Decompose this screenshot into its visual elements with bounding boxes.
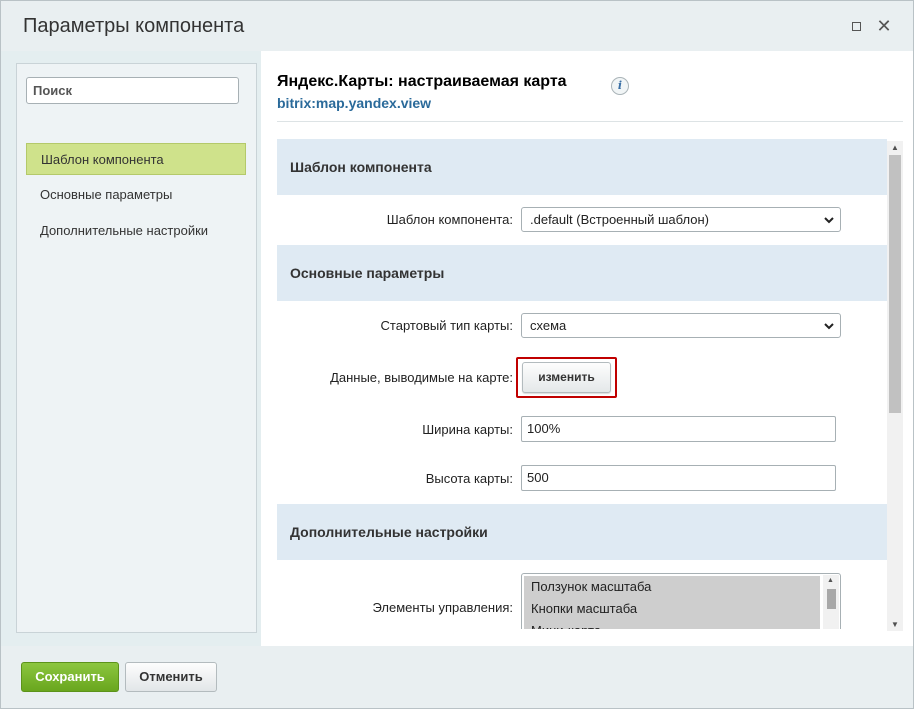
component-params-dialog: Параметры компонента ✕ Шаблон компонента… xyxy=(0,0,914,709)
height-label: Высота карты: xyxy=(425,471,513,486)
info-icon[interactable]: i xyxy=(611,77,629,95)
map-data-label: Данные, выводимые на карте: xyxy=(330,370,513,385)
map-type-label: Стартовый тип карты: xyxy=(380,318,513,333)
search-input[interactable] xyxy=(26,77,239,104)
close-icon[interactable]: ✕ xyxy=(876,17,892,35)
main-scrollbar[interactable]: ▲ ▼ xyxy=(887,141,903,631)
scroll-up-icon[interactable]: ▲ xyxy=(891,143,899,152)
save-button[interactable]: Сохранить xyxy=(21,662,119,692)
main-panel: Яндекс.Карты: настраиваемая карта i bitr… xyxy=(261,51,913,646)
params-scroll-area: Шаблон компонента Шаблон компонента: .de… xyxy=(277,139,903,629)
sidebar-item-template[interactable]: Шаблон компонента xyxy=(26,143,246,175)
main-scroll-thumb[interactable] xyxy=(889,155,901,413)
component-title: Яндекс.Карты: настраиваемая карта xyxy=(277,73,567,90)
template-select[interactable]: .default (Встроенный шаблон) xyxy=(521,207,841,232)
scroll-down-icon[interactable]: ▼ xyxy=(891,620,899,629)
sidebar-item-main-params[interactable]: Основные параметры xyxy=(26,179,246,211)
width-label: Ширина карты: xyxy=(422,422,513,437)
dialog-content: Шаблон компонента Основные параметры Доп… xyxy=(1,51,913,646)
maximize-icon[interactable] xyxy=(848,18,864,34)
list-item[interactable]: Кнопки масштаба xyxy=(524,598,820,620)
controls-label: Элементы управления: xyxy=(372,600,514,615)
template-select-value: .default (Встроенный шаблон) xyxy=(530,212,709,227)
cancel-button[interactable]: Отменить xyxy=(125,662,217,692)
height-input[interactable]: 500 xyxy=(521,465,836,491)
component-code: bitrix:map.yandex.view xyxy=(277,95,432,111)
sidebar-item-extra-settings[interactable]: Дополнительные настройки xyxy=(26,215,246,247)
listbox-scroll-thumb[interactable] xyxy=(827,589,836,609)
scroll-up-icon[interactable]: ▲ xyxy=(827,577,834,584)
list-item[interactable]: Ползунок масштаба xyxy=(524,576,820,598)
dialog-title: Параметры компонента xyxy=(23,15,245,37)
list-item[interactable]: Мини-карта xyxy=(524,620,820,629)
divider xyxy=(277,121,903,122)
dialog-titlebar[interactable]: Параметры компонента ✕ xyxy=(1,1,913,51)
template-label: Шаблон компонента: xyxy=(386,212,513,227)
listbox-scrollbar[interactable]: ▲ xyxy=(823,575,839,629)
width-input[interactable]: 100% xyxy=(521,416,836,442)
map-type-select[interactable]: схема xyxy=(521,313,841,338)
section-heading-template: Шаблон компонента xyxy=(277,139,887,195)
map-type-select-value: схема xyxy=(530,318,567,333)
chevron-down-icon xyxy=(824,217,834,224)
change-button[interactable]: изменить xyxy=(522,362,611,393)
sidebar: Шаблон компонента Основные параметры Доп… xyxy=(16,63,257,633)
dialog-footer: Сохранить Отменить xyxy=(1,646,913,708)
controls-listbox[interactable]: Ползунок масштаба Кнопки масштаба Мини-к… xyxy=(521,573,841,629)
section-heading-extra: Дополнительные настройки xyxy=(277,504,887,560)
chevron-down-icon xyxy=(824,323,834,330)
section-heading-main: Основные параметры xyxy=(277,245,887,301)
